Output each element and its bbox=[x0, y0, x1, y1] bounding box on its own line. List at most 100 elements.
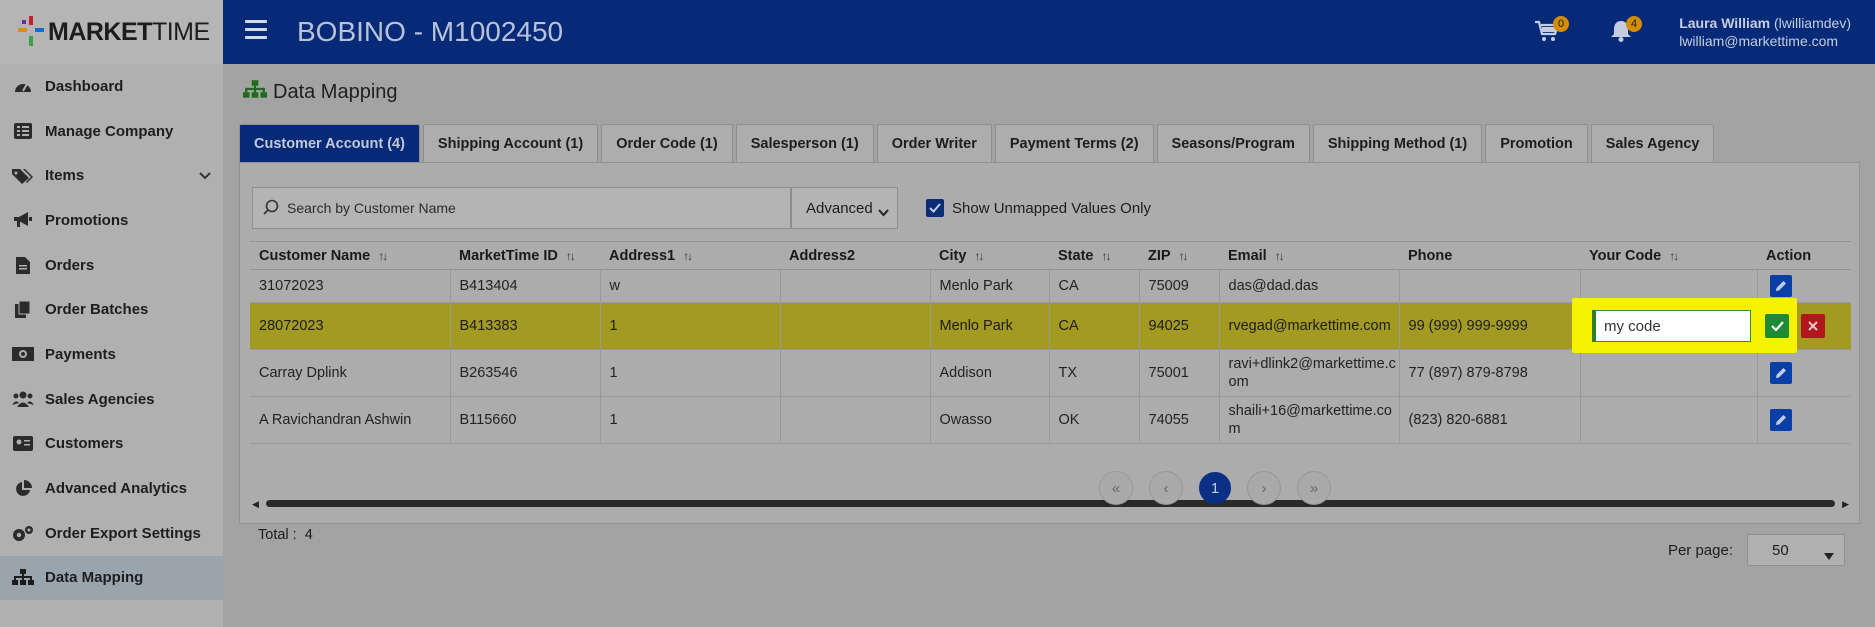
cell-address2 bbox=[780, 396, 931, 444]
first-page-button[interactable]: « bbox=[1099, 471, 1133, 505]
cell-email: das@dad.das bbox=[1219, 269, 1400, 303]
col-markettime-id[interactable]: MarketTime ID ↑↓ bbox=[450, 241, 600, 270]
user-menu[interactable]: Laura William (lwilliamdev) lwilliam@mar… bbox=[1679, 14, 1851, 50]
col-city[interactable]: City ↑↓ bbox=[930, 241, 1049, 270]
cell-city: Menlo Park bbox=[930, 269, 1050, 303]
scrollbar-thumb[interactable] bbox=[266, 500, 1835, 507]
cell-email: shaili+16@markettime.com bbox=[1219, 396, 1400, 444]
per-page-control: Per page: 50 bbox=[1668, 534, 1845, 566]
tab-order-code[interactable]: Order Code (1) bbox=[601, 124, 733, 162]
sidebar-item-payments[interactable]: Payments bbox=[0, 332, 223, 377]
cell-address2 bbox=[780, 349, 931, 397]
sidebar-item-order-batches[interactable]: Order Batches bbox=[0, 287, 223, 332]
col-address1[interactable]: Address1 ↑↓ bbox=[600, 241, 780, 270]
search-box[interactable]: Search by Customer Name bbox=[252, 187, 791, 229]
pencil-icon bbox=[1775, 415, 1786, 425]
sort-icon: ↑↓ bbox=[1669, 248, 1679, 263]
cell-zip: 75001 bbox=[1139, 349, 1220, 397]
sidebar-item-label: Dashboard bbox=[45, 77, 124, 95]
notifications-button[interactable]: 4 bbox=[1610, 16, 1642, 47]
table-row[interactable]: Carray Dplink B263546 1 Addison TX 75001… bbox=[250, 349, 1851, 397]
cell-phone bbox=[1399, 269, 1581, 303]
sitemap-icon bbox=[243, 80, 273, 105]
sidebar-item-data-mapping[interactable]: Data Mapping bbox=[0, 555, 223, 601]
tab-sales-agency[interactable]: Sales Agency bbox=[1590, 124, 1715, 162]
sidebar-item-order-export-settings[interactable]: Order Export Settings bbox=[0, 511, 223, 556]
cell-markettime-id: B413383 bbox=[450, 302, 601, 350]
scroll-left-icon[interactable]: ◀ bbox=[252, 499, 259, 510]
col-customer-name[interactable]: Customer Name ↑↓ bbox=[250, 241, 450, 270]
total-value: 4 bbox=[304, 527, 313, 543]
pie-chart-icon bbox=[12, 479, 34, 498]
tab-order-writer[interactable]: Order Writer bbox=[876, 124, 992, 162]
tab-shipping-method[interactable]: Shipping Method (1) bbox=[1312, 124, 1483, 162]
sort-icon: ↑↓ bbox=[683, 248, 693, 263]
cell-phone: 77 (897) 879-8798 bbox=[1399, 349, 1581, 397]
sidebar-item-label: Sales Agencies bbox=[45, 390, 155, 408]
sidebar-item-dashboard[interactable]: Dashboard bbox=[0, 64, 223, 109]
sidebar-item-advanced-analytics[interactable]: Advanced Analytics bbox=[0, 466, 223, 511]
per-page-select[interactable]: 50 bbox=[1747, 534, 1845, 566]
edit-button[interactable] bbox=[1769, 275, 1792, 297]
sidebar-item-items[interactable]: Items bbox=[0, 153, 223, 198]
your-code-input[interactable] bbox=[1592, 310, 1751, 342]
next-page-button[interactable]: › bbox=[1247, 471, 1281, 505]
col-your-code[interactable]: Your Code ↑↓ bbox=[1580, 241, 1757, 270]
save-code-button[interactable] bbox=[1765, 314, 1789, 338]
pagination: « ‹ 1 › » bbox=[1099, 471, 1347, 505]
page-button-current[interactable]: 1 bbox=[1199, 472, 1231, 504]
show-unmapped-toggle[interactable]: Show Unmapped Values Only bbox=[926, 199, 1151, 217]
tab-payment-terms[interactable]: Payment Terms (2) bbox=[994, 124, 1154, 162]
tab-salesperson[interactable]: Salesperson (1) bbox=[735, 124, 874, 162]
sort-icon: ↑↓ bbox=[1101, 248, 1111, 263]
sidebar-item-customers[interactable]: Customers bbox=[0, 422, 223, 467]
cell-phone: 99 (999) 999-9999 bbox=[1399, 302, 1581, 350]
col-email[interactable]: Email ↑↓ bbox=[1219, 241, 1399, 270]
document-icon bbox=[12, 256, 34, 274]
checkbox-checked-icon[interactable] bbox=[926, 199, 944, 217]
gears-icon bbox=[12, 524, 34, 542]
user-name: Laura William bbox=[1679, 15, 1771, 31]
sidebar-item-orders[interactable]: Orders bbox=[0, 243, 223, 288]
tab-customer-account[interactable]: Customer Account (4) bbox=[239, 124, 420, 162]
cell-address2 bbox=[780, 269, 931, 303]
total-label: Total : bbox=[258, 527, 297, 543]
top-header: BOBINO - M1002450 0 4 Laura William (lwi… bbox=[223, 0, 1875, 64]
logo-text: MARKETTIME bbox=[48, 17, 210, 46]
cancel-code-button[interactable] bbox=[1801, 314, 1825, 338]
tab-promotion[interactable]: Promotion bbox=[1485, 124, 1588, 162]
last-page-button[interactable]: » bbox=[1297, 471, 1331, 505]
horizontal-scrollbar[interactable]: ◀ ▶ bbox=[250, 498, 1851, 510]
prev-page-button[interactable]: ‹ bbox=[1149, 471, 1183, 505]
logo-mark-icon bbox=[18, 16, 44, 48]
cart-button[interactable]: 0 bbox=[1535, 16, 1569, 47]
col-zip[interactable]: ZIP ↑↓ bbox=[1139, 241, 1219, 270]
edit-button[interactable] bbox=[1769, 362, 1792, 384]
edit-button[interactable] bbox=[1769, 409, 1792, 431]
cart-count-badge: 0 bbox=[1553, 16, 1569, 32]
advanced-dropdown[interactable]: Advanced bbox=[791, 187, 898, 229]
per-page-value: 50 bbox=[1772, 541, 1789, 559]
sidebar-item-promotions[interactable]: Promotions bbox=[0, 198, 223, 243]
sidebar-item-manage-company[interactable]: Manage Company bbox=[0, 109, 223, 154]
cell-your-code bbox=[1580, 349, 1758, 397]
tab-seasons-program[interactable]: Seasons/Program bbox=[1156, 124, 1310, 162]
sort-icon: ↑↓ bbox=[565, 248, 576, 263]
logo[interactable]: MARKETTIME bbox=[0, 0, 223, 64]
cell-markettime-id: B115660 bbox=[450, 396, 601, 444]
chevron-down-icon[interactable] bbox=[199, 167, 211, 184]
sidebar-item-label: Items bbox=[45, 167, 85, 185]
sidebar-item-sales-agencies[interactable]: Sales Agencies bbox=[0, 377, 223, 422]
sidebar-item-label: Order Export Settings bbox=[45, 524, 201, 542]
tab-shipping-account[interactable]: Shipping Account (1) bbox=[422, 124, 599, 162]
hamburger-menu-icon[interactable] bbox=[245, 20, 267, 40]
scroll-right-icon[interactable]: ▶ bbox=[1842, 499, 1849, 510]
col-state[interactable]: State ↑↓ bbox=[1049, 241, 1139, 270]
table-row[interactable]: A Ravichandran Ashwin B115660 1 Owasso O… bbox=[250, 396, 1851, 444]
cell-customer-name: A Ravichandran Ashwin bbox=[250, 396, 451, 444]
your-code-editor bbox=[1572, 298, 1797, 353]
cell-state: CA bbox=[1049, 302, 1140, 350]
sidebar-item-label: Data Mapping bbox=[45, 569, 144, 587]
copy-icon bbox=[12, 301, 34, 319]
search-input[interactable]: Search by Customer Name bbox=[287, 200, 456, 216]
